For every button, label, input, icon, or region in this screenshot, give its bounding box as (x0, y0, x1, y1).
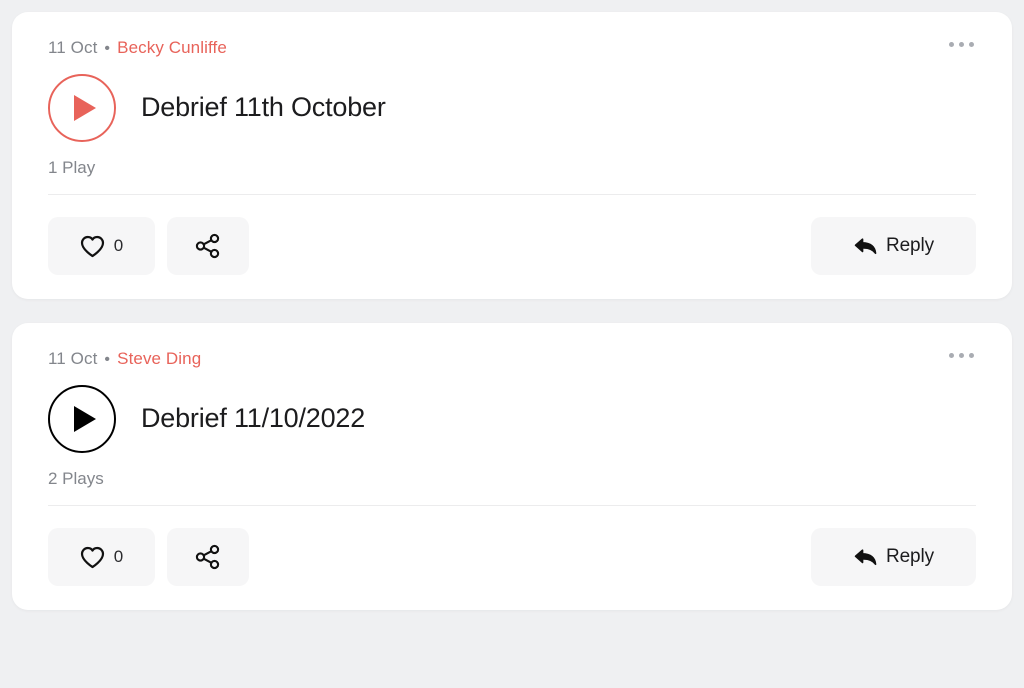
play-icon (74, 406, 96, 432)
share-icon (195, 544, 221, 570)
reply-label: Reply (885, 546, 935, 567)
post-body: Debrief 11/10/2022 (48, 385, 976, 453)
kebab-dot (969, 42, 974, 47)
like-button[interactable]: 0 (48, 217, 155, 275)
kebab-dot (949, 42, 954, 47)
reply-arrow-icon (853, 546, 880, 569)
play-button[interactable] (48, 385, 116, 453)
post-actions: 0 Reply (48, 528, 976, 586)
like-button[interactable]: 0 (48, 528, 155, 586)
play-count: 1 Play (48, 158, 96, 177)
post-author[interactable]: Steve Ding (117, 349, 201, 369)
actions-left-group: 0 (48, 217, 249, 275)
post-title: Debrief 11/10/2022 (141, 403, 366, 434)
post-meta: 11 Oct • Steve Ding (48, 349, 201, 369)
reply-arrow-icon (853, 235, 880, 258)
kebab-dot (959, 42, 964, 47)
post-header: 11 Oct • Becky Cunliffe (48, 38, 976, 60)
share-icon (195, 233, 221, 259)
kebab-menu-icon[interactable] (947, 36, 976, 53)
post-date: 11 Oct (48, 349, 98, 368)
heart-icon (80, 546, 105, 569)
post-title: Debrief 11th October (141, 92, 386, 123)
post-card: 11 Oct • Becky Cunliffe Debrief 11th Oct… (12, 12, 1012, 299)
meta-separator: • (104, 351, 111, 368)
post-author[interactable]: Becky Cunliffe (117, 38, 227, 58)
post-feed: 11 Oct • Becky Cunliffe Debrief 11th Oct… (0, 0, 1024, 688)
reply-label: Reply (885, 235, 935, 256)
card-divider (48, 194, 976, 195)
kebab-dot (969, 353, 974, 358)
play-count: 2 Plays (48, 469, 104, 488)
post-date: 11 Oct (48, 38, 98, 57)
kebab-menu-icon[interactable] (947, 347, 976, 364)
share-button[interactable] (167, 217, 249, 275)
meta-separator: • (104, 40, 111, 57)
post-header: 11 Oct • Steve Ding (48, 349, 976, 371)
heart-icon (80, 235, 105, 258)
post-actions: 0 Reply (48, 217, 976, 275)
actions-left-group: 0 (48, 528, 249, 586)
share-button[interactable] (167, 528, 249, 586)
post-card: 11 Oct • Steve Ding Debrief 11/10/2022 2… (12, 323, 1012, 610)
reply-button[interactable]: Reply (811, 217, 976, 275)
reply-button[interactable]: Reply (811, 528, 976, 586)
card-divider (48, 505, 976, 506)
like-count: 0 (113, 236, 124, 255)
kebab-dot (949, 353, 954, 358)
kebab-dot (959, 353, 964, 358)
play-button[interactable] (48, 74, 116, 142)
like-count: 0 (113, 547, 124, 566)
post-meta: 11 Oct • Becky Cunliffe (48, 38, 227, 58)
post-body: Debrief 11th October (48, 74, 976, 142)
play-icon (74, 95, 96, 121)
